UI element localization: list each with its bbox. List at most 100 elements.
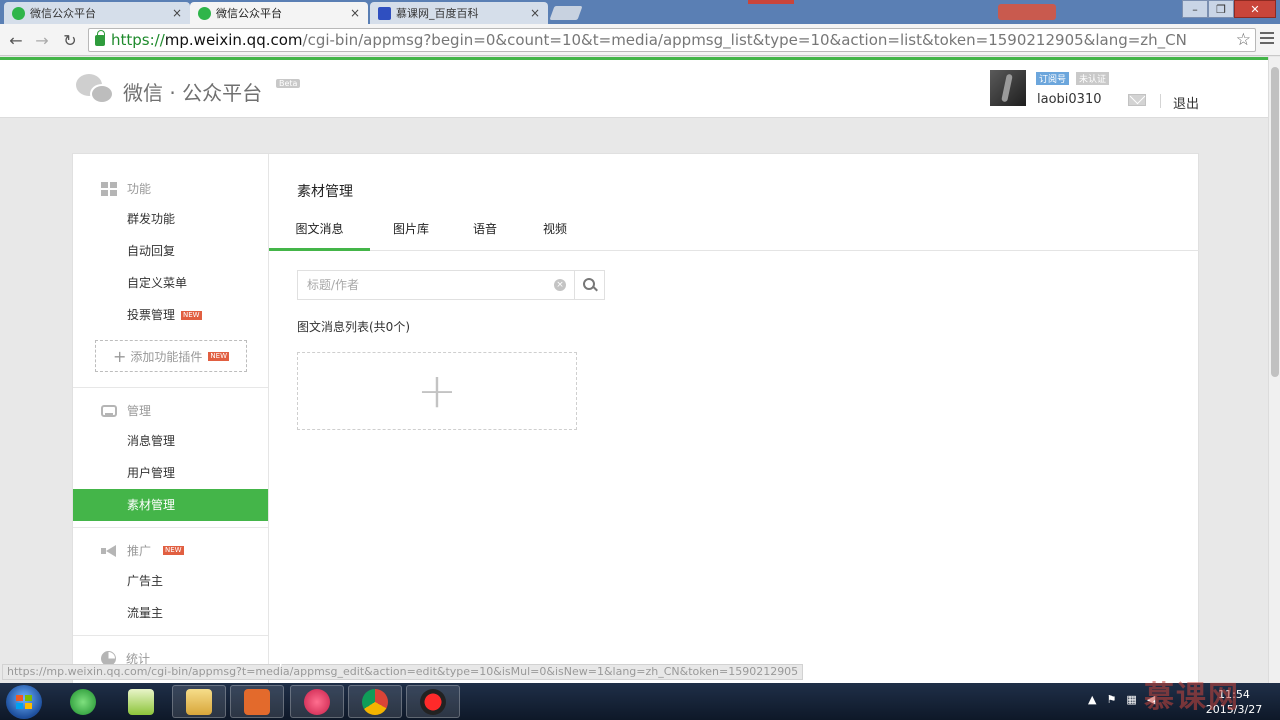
sidebar-divider bbox=[73, 635, 268, 636]
status-bar-url: https://mp.weixin.qq.com/cgi-bin/appmsg?… bbox=[2, 664, 804, 680]
new-badge: NEW bbox=[163, 546, 184, 555]
sidebar-item-messages[interactable]: 消息管理 bbox=[73, 425, 268, 457]
tray-icon bbox=[101, 404, 117, 417]
sidebar-item-custom-menu[interactable]: 自定义菜单 bbox=[73, 267, 268, 299]
add-plugin-label: 添加功能插件 bbox=[130, 349, 203, 364]
tab-news[interactable]: 图文消息 bbox=[269, 214, 370, 251]
sidebar-item-label: 投票管理 bbox=[127, 308, 176, 322]
forward-arrow-icon[interactable]: → bbox=[32, 30, 52, 50]
tab-images[interactable]: 图片库 bbox=[381, 214, 441, 251]
sidebar-group-title: 推广 bbox=[127, 544, 152, 558]
scrollbar-thumb[interactable] bbox=[1271, 67, 1279, 377]
sidebar-group-title: 管理 bbox=[127, 404, 152, 418]
site-logo-text[interactable]: 微信 · 公众平台 bbox=[123, 77, 262, 106]
news-list-title: 图文消息列表(共0个) bbox=[297, 320, 410, 334]
sidebar-divider bbox=[73, 527, 268, 528]
minimize-icon[interactable]: – bbox=[1182, 0, 1208, 18]
browser-profile-chip[interactable] bbox=[998, 4, 1056, 20]
grid-icon bbox=[101, 181, 117, 196]
browser-tab-title: 微信公众平台 bbox=[216, 7, 282, 20]
tray-arrow-icon[interactable]: ▲ bbox=[1088, 693, 1096, 706]
sidebar-item-label: 素材管理 bbox=[127, 498, 176, 512]
browser-tabstrip: 微信公众平台 × 微信公众平台 × 慕课网_百度百科 × – ❐ ✕ bbox=[0, 0, 1280, 24]
sidebar-item-users[interactable]: 用户管理 bbox=[73, 457, 268, 489]
search-input[interactable] bbox=[298, 271, 554, 299]
megaphone-icon bbox=[101, 544, 117, 557]
sidebar-item-label: 自定义菜单 bbox=[127, 276, 188, 290]
page: 微信 · 公众平台 Beta 订阅号 未认证 laobi0310 退出 功能 群… bbox=[0, 57, 1268, 683]
search-icon[interactable] bbox=[574, 271, 604, 299]
network-icon[interactable]: ▦ bbox=[1126, 693, 1136, 706]
watermark-logo: 慕课网 bbox=[1144, 680, 1240, 715]
mouse-cursor-icon bbox=[279, 653, 287, 669]
sidebar-item-label: 群发功能 bbox=[127, 212, 176, 226]
browser-tab-1[interactable]: 微信公众平台 × bbox=[4, 2, 190, 24]
wechat-favicon-icon bbox=[198, 6, 211, 20]
page-scrollbar[interactable] bbox=[1268, 57, 1280, 683]
close-tab-icon[interactable]: × bbox=[350, 6, 360, 20]
notepad-icon[interactable] bbox=[114, 685, 168, 718]
reload-icon[interactable]: ↻ bbox=[60, 30, 80, 50]
file-explorer-icon[interactable] bbox=[172, 685, 226, 718]
page-title: 素材管理 bbox=[297, 184, 353, 200]
sidebar-item-label: 消息管理 bbox=[127, 434, 176, 448]
close-tab-icon[interactable]: × bbox=[172, 6, 182, 20]
sidebar-group-function: 功能 bbox=[101, 180, 151, 197]
sidebar-item-label: 流量主 bbox=[127, 606, 164, 620]
tab-voice[interactable]: 语音 bbox=[457, 214, 513, 251]
window-controls: – ❐ ✕ bbox=[1182, 0, 1276, 18]
recording-indicator bbox=[748, 0, 794, 4]
wechat-favicon-icon bbox=[12, 6, 25, 20]
back-arrow-icon[interactable]: ← bbox=[6, 30, 26, 50]
browser-tab-title: 慕课网_百度百科 bbox=[396, 7, 479, 20]
start-button[interactable] bbox=[6, 685, 42, 719]
sidebar-item-vote[interactable]: 投票管理 NEW bbox=[73, 299, 268, 331]
sidebar-divider bbox=[73, 387, 268, 388]
add-news-card[interactable]: + bbox=[297, 352, 577, 430]
sidebar-item-publisher[interactable]: 流量主 bbox=[73, 597, 268, 629]
ie-icon[interactable] bbox=[56, 685, 110, 718]
sidebar-item-label: 用户管理 bbox=[127, 466, 176, 480]
lock-icon bbox=[95, 29, 105, 46]
browser-tab-3[interactable]: 慕课网_百度百科 × bbox=[370, 2, 548, 24]
browser-tab-title: 微信公众平台 bbox=[30, 7, 96, 20]
sidebar-item-materials[interactable]: 素材管理 bbox=[73, 489, 268, 521]
sidebar-item-advertiser[interactable]: 广告主 bbox=[73, 565, 268, 597]
tab-video[interactable]: 视频 bbox=[527, 214, 583, 251]
powerpoint-icon[interactable] bbox=[230, 685, 284, 718]
url-host: mp.weixin.qq.com bbox=[164, 31, 303, 49]
sidebar-item-auto-reply[interactable]: 自动回复 bbox=[73, 235, 268, 267]
sidebar-item-mass-send[interactable]: 群发功能 bbox=[73, 203, 268, 235]
close-tab-icon[interactable]: × bbox=[530, 6, 540, 20]
bug-app-icon[interactable] bbox=[290, 685, 344, 718]
record-icon[interactable] bbox=[406, 685, 460, 718]
sidebar-group-title: 功能 bbox=[127, 182, 152, 196]
beta-badge: Beta bbox=[276, 79, 301, 88]
mail-icon[interactable] bbox=[1128, 94, 1146, 106]
browser-tab-2[interactable]: 微信公众平台 × bbox=[190, 2, 368, 24]
address-bar[interactable]: https://mp.weixin.qq.com/cgi-bin/appmsg?… bbox=[88, 28, 1256, 52]
chrome-icon[interactable] bbox=[348, 685, 402, 718]
flag-icon[interactable]: ⚑ bbox=[1106, 693, 1116, 706]
close-window-icon[interactable]: ✕ bbox=[1234, 0, 1276, 18]
browser-menu-icon[interactable] bbox=[1260, 32, 1274, 44]
content-panel: 功能 群发功能 自动回复 自定义菜单 投票管理 NEW + 添加功能插件 NEW … bbox=[72, 153, 1199, 683]
bookmark-star-icon[interactable]: ☆ bbox=[1236, 30, 1251, 50]
wechat-logo-icon[interactable] bbox=[76, 74, 116, 106]
sidebar-item-label: 广告主 bbox=[127, 574, 164, 588]
plus-icon: + bbox=[112, 346, 127, 366]
header-divider bbox=[1160, 94, 1161, 108]
site-header: 微信 · 公众平台 Beta 订阅号 未认证 laobi0310 退出 bbox=[0, 60, 1268, 118]
material-tabs: 图文消息 图片库 语音 视频 bbox=[269, 214, 1199, 251]
new-tab-button[interactable] bbox=[549, 6, 583, 20]
new-badge: NEW bbox=[208, 351, 229, 361]
new-badge: NEW bbox=[181, 311, 202, 320]
url-scheme: https:// bbox=[111, 31, 165, 49]
username[interactable]: laobi0310 bbox=[1037, 92, 1101, 107]
add-plugin-button[interactable]: + 添加功能插件 NEW bbox=[95, 340, 247, 372]
avatar[interactable] bbox=[990, 70, 1026, 106]
search-box: × bbox=[297, 270, 605, 300]
restore-icon[interactable]: ❐ bbox=[1208, 0, 1234, 18]
clear-icon[interactable]: × bbox=[554, 279, 566, 291]
logout-link[interactable]: 退出 bbox=[1173, 93, 1199, 112]
